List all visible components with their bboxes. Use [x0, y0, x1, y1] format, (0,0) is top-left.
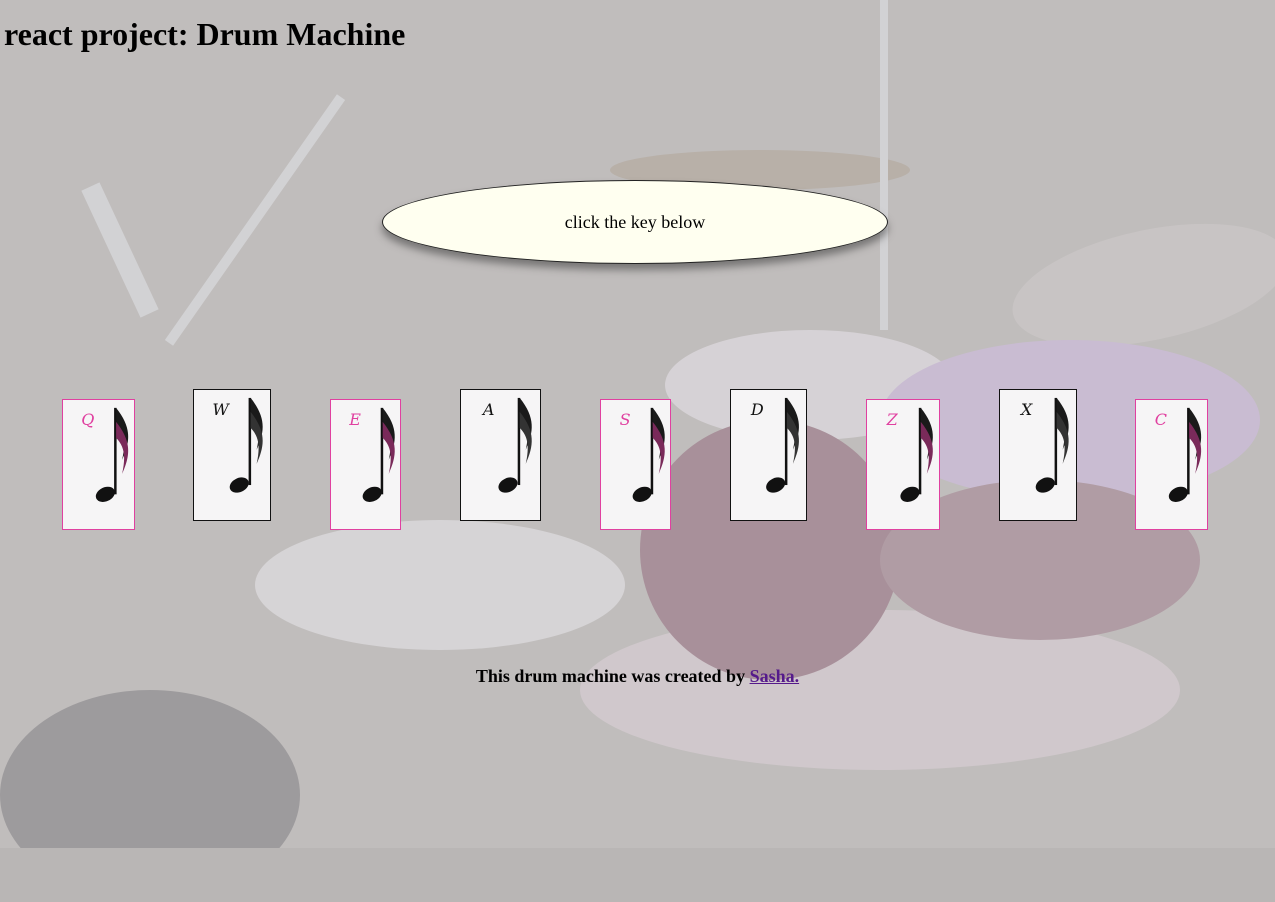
eighth-note-icon: [632, 407, 665, 502]
drum-pad-c[interactable]: C: [1135, 399, 1208, 530]
display-panel: click the key below: [382, 180, 888, 264]
eighth-note-icon: [900, 407, 933, 502]
eighth-note-icon: [1168, 407, 1202, 502]
eighth-note-icon: [362, 407, 395, 502]
drum-pad-x[interactable]: X: [999, 389, 1077, 521]
drum-pad-d[interactable]: D: [730, 389, 807, 521]
drum-pad-w[interactable]: W: [193, 389, 271, 521]
author-link[interactable]: Sasha.: [750, 666, 800, 686]
footer-text: This drum machine was created by: [475, 666, 750, 686]
eighth-note-icon: [498, 397, 532, 493]
footer-credit: This drum machine was created by Sasha.: [0, 666, 1275, 687]
eighth-note-icon: [766, 397, 799, 493]
eighth-note-icon: [95, 407, 129, 502]
eighth-note-icon: [229, 397, 263, 493]
eighth-note-icon: [1035, 397, 1069, 493]
drum-pad-s[interactable]: S: [600, 399, 671, 530]
drum-pad-e[interactable]: E: [330, 399, 401, 530]
drum-pad-a[interactable]: A: [460, 389, 541, 521]
drum-pad-q[interactable]: Q: [62, 399, 135, 530]
page-title: react project: Drum Machine: [4, 16, 406, 52]
drum-pad-z[interactable]: Z: [866, 399, 940, 530]
